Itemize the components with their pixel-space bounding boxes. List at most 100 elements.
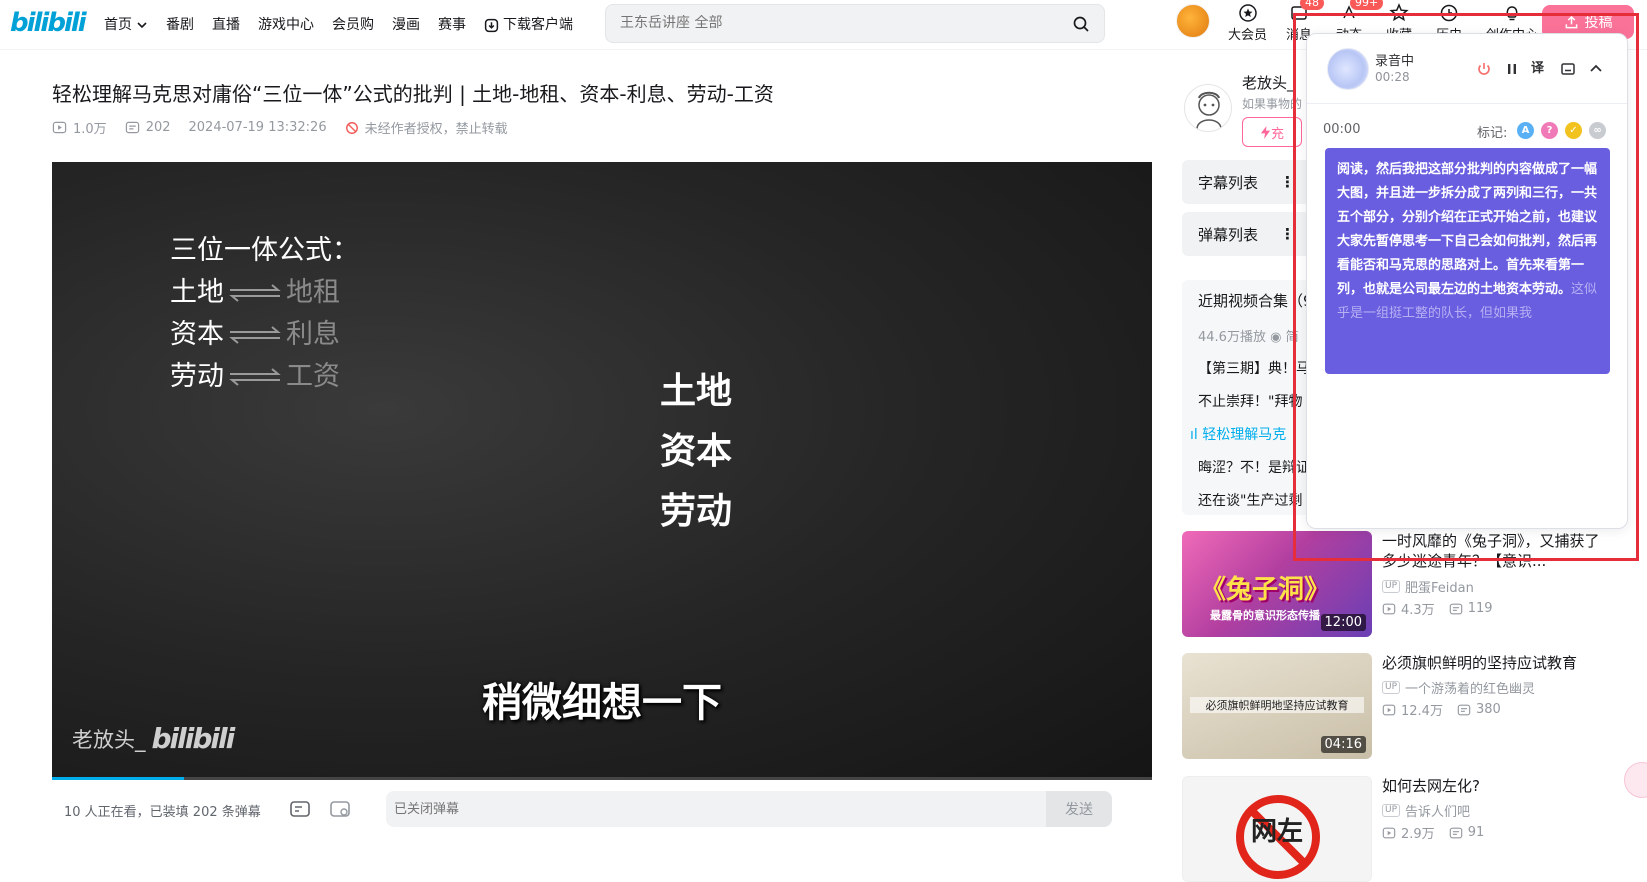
comment-stat: 119 bbox=[1449, 599, 1493, 618]
bilibili-logo[interactable]: bilibili bbox=[10, 8, 87, 38]
danmaku-count-icon bbox=[1449, 827, 1462, 838]
danmaku-settings-icon[interactable] bbox=[328, 797, 352, 821]
top-nav: 首页 番剧 直播 游戏中心 会员购 漫画 赛事 下载客户端 bbox=[95, 13, 582, 37]
mark-blue-icon[interactable]: A bbox=[1517, 122, 1534, 139]
nav-game-center[interactable]: 游戏中心 bbox=[249, 13, 323, 37]
up-tag-icon: UP bbox=[1382, 681, 1401, 694]
recorder-panel: 录音中 00:28 译 00:00 标记: A ? ✓ ∞ 阅读，然后我把这部分… bbox=[1306, 33, 1628, 529]
recommended-video[interactable]: 网左 如何去网左化? UP 告诉人们吧 2.9万 91 bbox=[1182, 776, 1622, 882]
recommended-up-name: 告诉人们吧 bbox=[1405, 805, 1471, 820]
nav-vip-shop[interactable]: 会员购 bbox=[323, 13, 383, 37]
thumb-subtitle: 最露骨的意识形态传播 bbox=[1210, 609, 1320, 622]
search-bar bbox=[605, 4, 1105, 43]
exchange-arrows-icon bbox=[229, 326, 281, 344]
video-duration: 12:00 bbox=[1320, 614, 1366, 631]
video-thumbnail[interactable]: 网左 bbox=[1182, 776, 1372, 882]
nav-esports[interactable]: 赛事 bbox=[429, 13, 475, 37]
recommended-title[interactable]: 必须旗帜鲜明的坚持应试教育 bbox=[1382, 653, 1607, 673]
up-tag-icon: UP bbox=[1382, 580, 1401, 593]
thumb-title: 网左 bbox=[1251, 817, 1304, 847]
formula-overlay: 三位一体公式： 土地 地租 资本 利息 劳动 工资 bbox=[170, 230, 359, 398]
comment-count-value: 91 bbox=[1467, 825, 1485, 840]
center-words: 土地 资本 劳动 bbox=[660, 362, 732, 542]
danmaku-input[interactable] bbox=[386, 791, 1046, 827]
send-danmaku-button[interactable]: 发送 bbox=[1046, 791, 1112, 827]
danmaku-toggle-icon[interactable] bbox=[288, 797, 312, 821]
formula-left: 劳动 bbox=[170, 361, 224, 392]
comment-count-value: 380 bbox=[1475, 702, 1501, 717]
recommended-up-name: 一个游荡着的红色幽灵 bbox=[1405, 682, 1536, 697]
comment-stat: 380 bbox=[1457, 700, 1501, 719]
thumb-title: 必须旗帜鲜明地坚持应试教育 bbox=[1190, 697, 1364, 713]
recorder-wave-icon bbox=[1327, 48, 1369, 90]
view-count-value: 4.3万 bbox=[1401, 603, 1435, 618]
center-word: 土地 bbox=[660, 371, 733, 412]
comment-count-value: 119 bbox=[1467, 601, 1493, 616]
transcript-block: 阅读，然后我把这部分批判的内容做成了一幅大图，并且进一步拆分成了两列和三行，一共… bbox=[1325, 148, 1610, 374]
search-input[interactable] bbox=[620, 15, 1040, 31]
video-subtitle: 稍微细想一下 bbox=[482, 680, 722, 726]
nav-download-client[interactable]: 下载客户端 bbox=[475, 13, 582, 37]
download-icon bbox=[484, 18, 499, 32]
recorder-divider bbox=[1307, 103, 1627, 104]
view-count: 1.0万 bbox=[52, 118, 107, 137]
mark-check-icon[interactable]: ✓ bbox=[1565, 122, 1582, 139]
collection-item-active[interactable]: ıl 轻松理解马克 bbox=[1190, 424, 1286, 444]
recommended-up-name: 肥蛋Feidan bbox=[1405, 581, 1474, 596]
collection-item[interactable]: 不止崇拜！"拜物 bbox=[1198, 391, 1302, 411]
watermark-logo: bilibili bbox=[151, 722, 236, 755]
formula-right: 地租 bbox=[286, 277, 340, 308]
power-icon[interactable] bbox=[1475, 60, 1493, 78]
uploader-name[interactable]: 老放头_ bbox=[1242, 72, 1295, 93]
vip-icon bbox=[1238, 4, 1257, 22]
view-count-value: 2.9万 bbox=[1401, 827, 1435, 842]
minimize-window-icon[interactable] bbox=[1559, 60, 1577, 78]
view-count-value: 1.0万 bbox=[73, 122, 107, 137]
search-icon[interactable] bbox=[1072, 15, 1090, 33]
recommended-up[interactable]: UP 肥蛋Feidan bbox=[1382, 577, 1474, 596]
collection-plays-value: 44.6万播放 bbox=[1198, 330, 1266, 345]
formula-row: 土地 地租 bbox=[170, 272, 359, 314]
floating-helper-button[interactable] bbox=[1624, 762, 1647, 798]
forbidden-icon bbox=[345, 121, 358, 134]
watermark-name: 老放头_ bbox=[72, 727, 146, 752]
collection-item[interactable]: 还在谈"生产过剩 bbox=[1198, 490, 1302, 510]
translate-icon[interactable]: 译 bbox=[1531, 60, 1549, 78]
play-stat: 2.9万 bbox=[1382, 823, 1435, 842]
play-count-icon bbox=[1382, 603, 1396, 614]
message-badge: 48 bbox=[1300, 0, 1324, 10]
nav-manga[interactable]: 漫画 bbox=[383, 13, 429, 37]
watching-count: 10 人正在看，已装填 202 条弹幕 bbox=[64, 805, 261, 820]
up-tag-icon: UP bbox=[1382, 804, 1401, 817]
publish-date: 2024-07-19 13:32:26 bbox=[188, 120, 327, 135]
lightning-icon bbox=[1260, 125, 1271, 139]
nav-live[interactable]: 直播 bbox=[203, 13, 249, 37]
uploader-avatar[interactable] bbox=[1184, 84, 1232, 132]
recommended-up[interactable]: UP 告诉人们吧 bbox=[1382, 801, 1470, 820]
collection-plays: 44.6万播放 ◉ 简 bbox=[1198, 326, 1299, 345]
marks-label: 标记: bbox=[1477, 126, 1508, 141]
recommended-title[interactable]: 如何去网左化? bbox=[1382, 776, 1607, 796]
video-meta: 1.0万 202 2024-07-19 13:32:26 未经作者授权，禁止转载 bbox=[52, 118, 508, 137]
exchange-arrows-icon bbox=[229, 284, 281, 302]
formula-right: 利息 bbox=[286, 319, 340, 350]
chevron-up-icon[interactable] bbox=[1587, 60, 1605, 78]
nav-home[interactable]: 首页 bbox=[95, 13, 157, 37]
nav-anime[interactable]: 番剧 bbox=[157, 13, 203, 37]
video-thumbnail[interactable]: 必须旗帜鲜明地坚持应试教育 04:16 bbox=[1182, 653, 1372, 759]
pause-icon[interactable] bbox=[1503, 60, 1521, 78]
formula-right: 工资 bbox=[286, 361, 340, 392]
vip-label: 大会员 bbox=[1228, 28, 1268, 43]
progress-bar[interactable] bbox=[52, 777, 1152, 780]
recommended-video[interactable]: 必须旗帜鲜明地坚持应试教育 04:16 必须旗帜鲜明的坚持应试教育 UP 一个游荡… bbox=[1182, 653, 1622, 759]
header-vip[interactable]: 大会员 bbox=[1228, 2, 1267, 43]
mark-link-icon[interactable]: ∞ bbox=[1589, 122, 1606, 139]
user-avatar[interactable] bbox=[1176, 4, 1210, 38]
mark-question-icon[interactable]: ? bbox=[1541, 122, 1558, 139]
video-player[interactable]: 三位一体公式： 土地 地租 资本 利息 劳动 工资 土地 资本 劳动 稍微细想一… bbox=[52, 162, 1152, 780]
recommended-up[interactable]: UP 一个游荡着的红色幽灵 bbox=[1382, 678, 1535, 697]
play-count-icon bbox=[1382, 704, 1396, 715]
comment-stat: 91 bbox=[1449, 823, 1485, 842]
danmaku-count-icon bbox=[1449, 603, 1462, 614]
chevron-down-icon bbox=[137, 22, 147, 29]
